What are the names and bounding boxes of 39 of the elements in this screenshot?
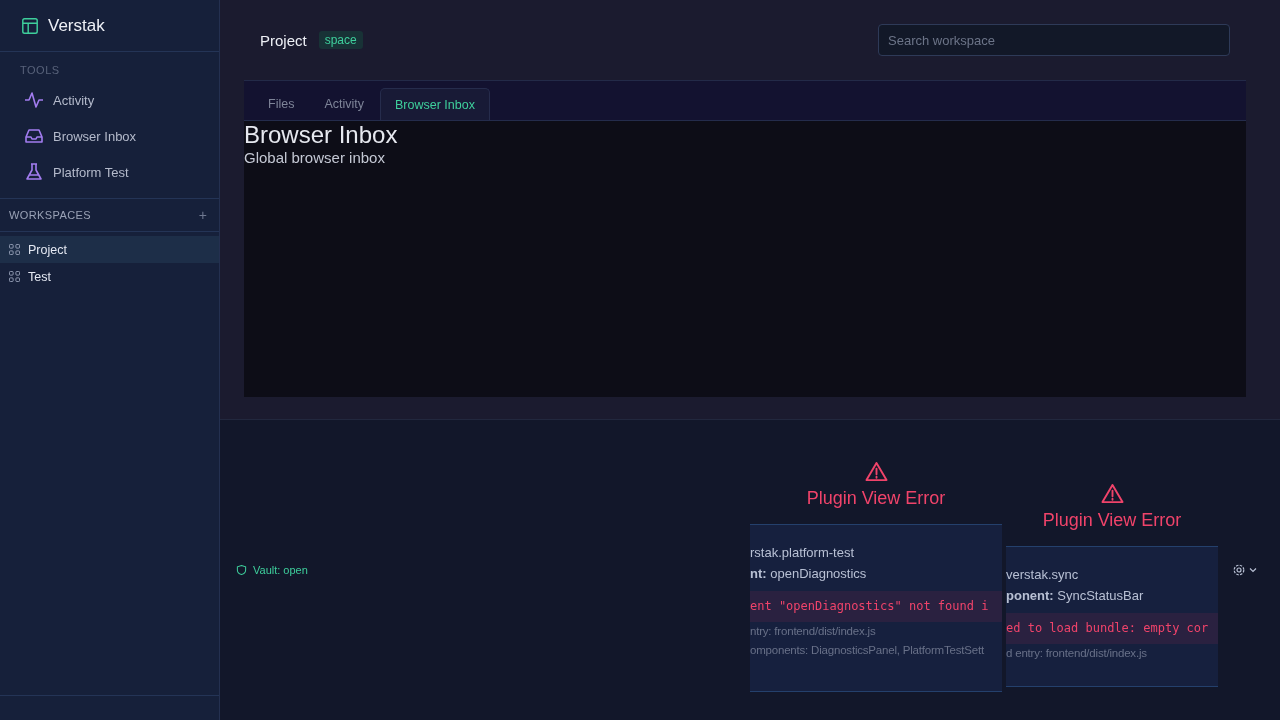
warning-icon bbox=[864, 460, 888, 482]
add-button[interactable]: + bbox=[198, 207, 207, 223]
plugin-id: rstak.platform-test bbox=[750, 544, 856, 562]
workspace-title: Project bbox=[260, 31, 307, 49]
error-title: Plugin View Error bbox=[1042, 510, 1182, 531]
section-heading: WORKSPACES bbox=[9, 209, 92, 221]
tab[interactable]: Activity bbox=[310, 88, 378, 120]
error-message: ed to load bundle: empty cor bbox=[1006, 613, 1218, 644]
warning-icon bbox=[1100, 483, 1124, 504]
error-detail: d entry: frontend/dist/index.js bbox=[1006, 647, 1148, 661]
error-title: Plugin View Error bbox=[806, 487, 946, 509]
tool-item[interactable]: Browser Inbox bbox=[0, 118, 219, 154]
app-name: Verstak bbox=[48, 15, 105, 36]
vault-status: Vault: open bbox=[253, 564, 308, 576]
section-heading: TOOLS bbox=[19, 64, 61, 76]
plugin-id: verstak.sync bbox=[1006, 567, 1080, 584]
view-title: Browser Inbox bbox=[244, 121, 399, 149]
search-field[interactable]: Search workspace bbox=[878, 24, 1230, 56]
error-message: ent "openDiagnostics" not found i bbox=[750, 590, 1002, 622]
pulse-icon bbox=[24, 90, 44, 110]
settings-button[interactable] bbox=[1232, 563, 1258, 577]
shield-icon bbox=[236, 564, 247, 576]
workspace-item[interactable]: Project bbox=[0, 236, 219, 263]
grid-icon bbox=[9, 244, 20, 255]
workspace-badge: space bbox=[318, 31, 363, 49]
layout-icon bbox=[21, 16, 39, 35]
error-detail: ntry: frontend/dist/index.js bbox=[750, 624, 877, 639]
view-subtitle: Global browser inbox bbox=[244, 149, 386, 166]
grid-icon bbox=[9, 271, 20, 282]
workspace-item[interactable]: Test bbox=[0, 263, 219, 290]
tool-item[interactable]: Activity bbox=[0, 82, 219, 118]
tab[interactable]: Browser Inbox bbox=[380, 88, 490, 120]
tool-item[interactable]: Platform Test bbox=[0, 154, 219, 190]
component-name: ponent: SyncStatusBar bbox=[1006, 588, 1145, 605]
error-detail: omponents: DiagnosticsPanel, PlatformTestSett bbox=[750, 643, 985, 658]
flask-icon bbox=[24, 162, 44, 182]
component-name: nt: openDiagnostics bbox=[750, 565, 868, 583]
inbox-icon bbox=[24, 126, 44, 146]
tab[interactable]: Files bbox=[254, 88, 309, 120]
